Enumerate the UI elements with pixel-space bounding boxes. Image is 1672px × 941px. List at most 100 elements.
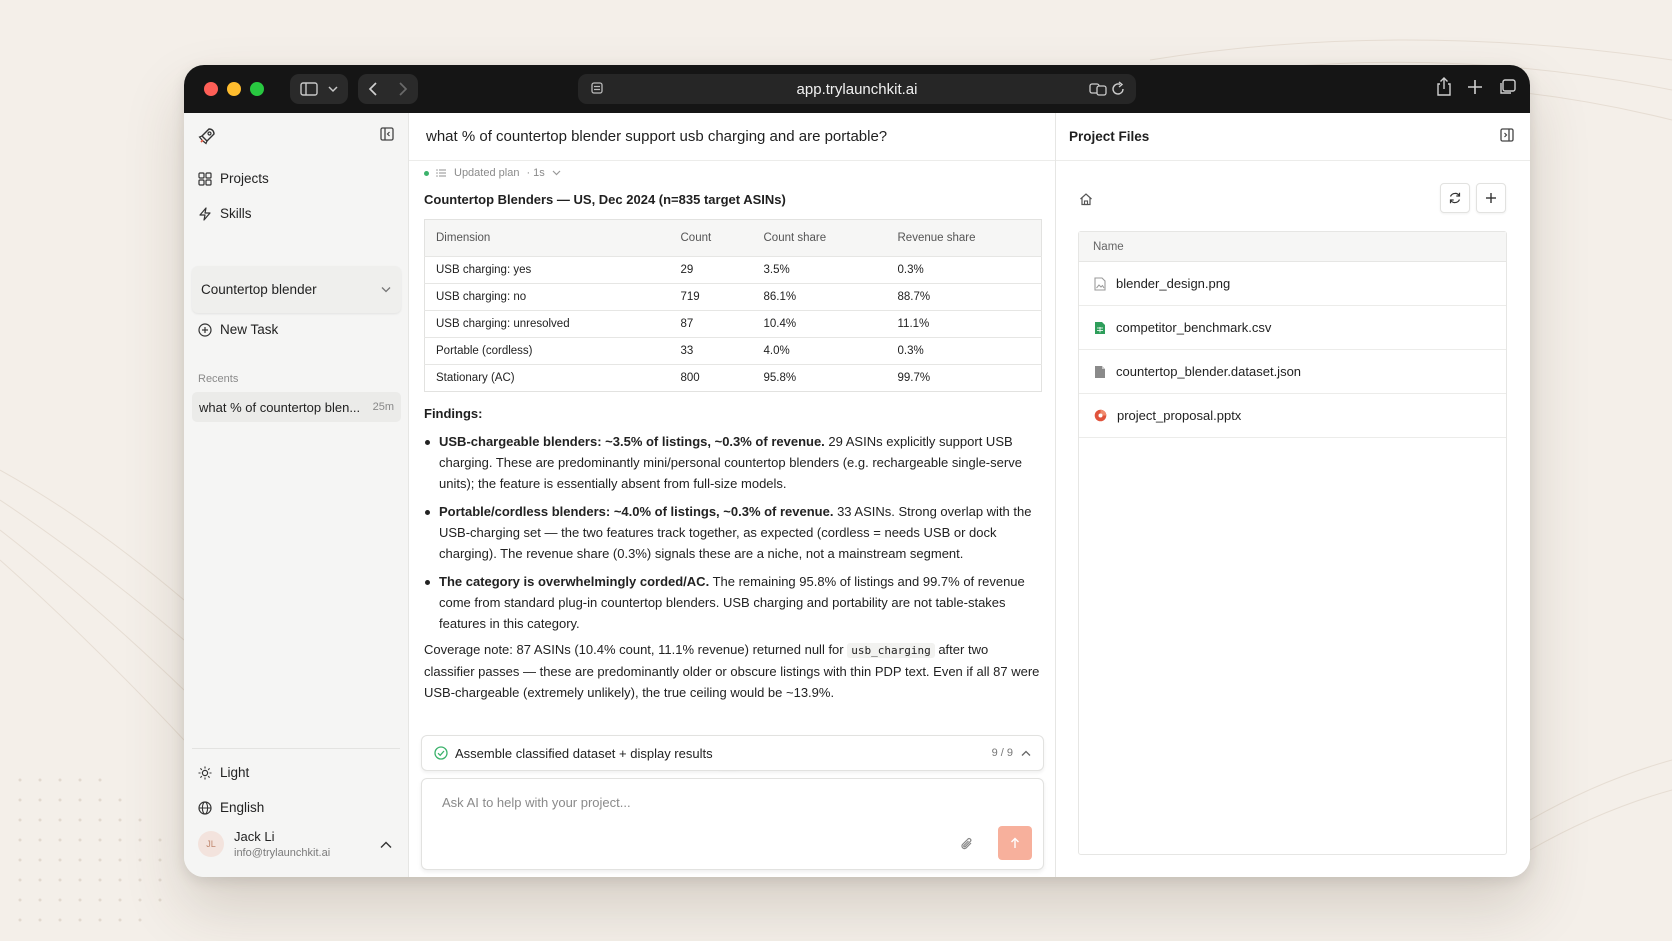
list-item: Portable/cordless blenders: ~4.0% of lis… — [424, 501, 1041, 564]
sidebar-toggle-group[interactable] — [290, 74, 348, 104]
findings-list: USB-chargeable blenders: ~3.5% of listin… — [424, 431, 1041, 634]
results-table: Dimension Count Count share Revenue shar… — [424, 219, 1042, 392]
table-row: Stationary (AC) 800 95.8% 99.7% — [424, 364, 1042, 392]
rocket-logo-icon[interactable] — [198, 127, 216, 145]
chat-messages[interactable]: Updated plan · 1s Countertop Blenders — … — [409, 161, 1055, 721]
file-list: Name blender_design.png competitor_bench… — [1078, 231, 1507, 855]
table-row: Portable (cordless) 33 4.0% 0.3% — [424, 337, 1042, 365]
page-menu-icon[interactable] — [590, 81, 604, 97]
table-cell: 10.4% — [752, 310, 887, 338]
chevron-up-icon[interactable] — [1021, 750, 1031, 757]
collapse-panel-icon[interactable] — [1500, 128, 1514, 142]
project-select-value: Countertop blender — [201, 282, 317, 297]
spreadsheet-file-icon — [1095, 321, 1105, 334]
table-cell: 3.5% — [752, 256, 887, 284]
window-controls — [204, 82, 264, 96]
table-cell: Stationary (AC) — [424, 364, 670, 392]
project-select[interactable]: Countertop blender — [192, 266, 401, 313]
table-row: USB charging: no 719 86.1% 88.7% — [424, 283, 1042, 311]
sidebar-divider — [192, 748, 400, 749]
address-bar[interactable]: app.trylaunchkit.ai — [578, 74, 1136, 104]
table-cell: Portable (cordless) — [424, 337, 670, 365]
project-files-panel: Project Files Name blender_design.png co… — [1056, 113, 1530, 877]
back-arrow-icon[interactable] — [368, 82, 378, 96]
file-row[interactable]: project_proposal.pptx — [1079, 394, 1506, 438]
new-task-button[interactable]: New Task — [198, 322, 278, 337]
finding-bold: Portable/cordless blenders: ~4.0% of lis… — [439, 504, 834, 519]
plus-circle-icon — [198, 322, 212, 337]
sidebar-item-skills[interactable]: Skills — [198, 206, 252, 221]
browser-sidebar-icon[interactable] — [300, 82, 318, 96]
translate-icon[interactable] — [1089, 81, 1107, 97]
language-select[interactable]: English — [198, 800, 264, 815]
column-header: Revenue share — [886, 219, 1042, 257]
add-file-button[interactable] — [1476, 183, 1506, 213]
chevron-down-icon[interactable] — [328, 85, 338, 93]
theme-label: Light — [220, 765, 250, 780]
paperclip-icon[interactable] — [960, 836, 974, 852]
arrow-up-icon — [1011, 837, 1019, 848]
send-button[interactable] — [998, 826, 1032, 860]
bolt-icon — [199, 206, 211, 221]
plan-status-text: Updated plan — [454, 167, 520, 179]
table-cell: 0.3% — [886, 337, 1042, 365]
chevron-up-icon[interactable] — [380, 841, 392, 849]
file-row[interactable]: competitor_benchmark.csv — [1079, 306, 1506, 350]
reload-icon[interactable] — [1111, 81, 1126, 97]
table-cell: USB charging: yes — [424, 256, 670, 284]
chevron-down-icon — [552, 170, 561, 176]
user-email: info@trylaunchkit.ai — [234, 847, 331, 859]
share-icon[interactable] — [1436, 77, 1452, 97]
theme-toggle[interactable]: Light — [198, 765, 249, 780]
plus-icon — [1486, 193, 1496, 203]
new-tab-icon[interactable] — [1466, 77, 1484, 97]
sidebar-item-projects[interactable]: Projects — [198, 171, 269, 186]
plan-list-icon — [436, 169, 446, 177]
task-step-count: 9 / 9 — [991, 747, 1013, 759]
table-cell: 11.1% — [886, 310, 1042, 338]
table-cell: USB charging: no — [424, 283, 670, 311]
refresh-button[interactable] — [1440, 183, 1470, 213]
close-window-button[interactable] — [204, 82, 218, 96]
chevron-down-icon — [381, 287, 391, 293]
file-name: blender_design.png — [1116, 276, 1231, 291]
file-name: countertop_blender.dataset.json — [1116, 364, 1302, 379]
minimize-window-button[interactable] — [227, 82, 241, 96]
presentation-file-icon — [1094, 409, 1107, 422]
url-text: app.trylaunchkit.ai — [796, 80, 918, 98]
refresh-icon — [1449, 192, 1461, 204]
table-cell: 87 — [669, 310, 753, 338]
home-icon[interactable] — [1079, 192, 1093, 206]
panel-title: Project Files — [1056, 113, 1530, 161]
column-header: Count — [669, 219, 753, 257]
list-item: USB-chargeable blenders: ~3.5% of listin… — [424, 431, 1041, 494]
app-sidebar: Projects Skills Countertop blender New T… — [184, 113, 409, 877]
new-task-label: New Task — [220, 322, 279, 337]
recent-task-item[interactable]: what % of countertop blen... 25m — [192, 392, 401, 422]
table-cell: 0.3% — [886, 256, 1042, 284]
table-cell: 4.0% — [752, 337, 887, 365]
user-account-menu[interactable]: JL Jack Li info@trylaunchkit.ai — [198, 829, 330, 859]
table-row: USB charging: unresolved 87 10.4% 11.1% — [424, 310, 1042, 338]
browser-window: app.trylaunchkit.ai Projects Skills Coun… — [184, 65, 1530, 877]
browser-titlebar: app.trylaunchkit.ai — [184, 65, 1530, 113]
forward-arrow-icon[interactable] — [398, 82, 408, 96]
task-progress-bar[interactable]: Assemble classified dataset + display re… — [421, 735, 1044, 771]
maximize-window-button[interactable] — [250, 82, 264, 96]
table-row: USB charging: yes 29 3.5% 0.3% — [424, 256, 1042, 284]
file-row[interactable]: countertop_blender.dataset.json — [1079, 350, 1506, 394]
collapse-sidebar-icon[interactable] — [380, 127, 394, 141]
check-circle-icon — [434, 746, 448, 760]
image-file-icon — [1094, 276, 1106, 291]
file-list-header: Name — [1079, 232, 1506, 262]
table-cell: 99.7% — [886, 364, 1042, 392]
chat-input[interactable] — [442, 795, 942, 810]
plan-status-row[interactable]: Updated plan · 1s — [424, 167, 1041, 179]
tab-overview-icon[interactable] — [1498, 77, 1516, 97]
finding-bold: The category is overwhelmingly corded/AC… — [439, 574, 710, 589]
sun-icon — [198, 766, 212, 779]
recent-task-title: what % of countertop blen... — [199, 399, 361, 415]
recent-task-time: 25m — [372, 401, 394, 413]
file-row[interactable]: blender_design.png — [1079, 262, 1506, 306]
recents-heading: Recents — [198, 373, 239, 385]
